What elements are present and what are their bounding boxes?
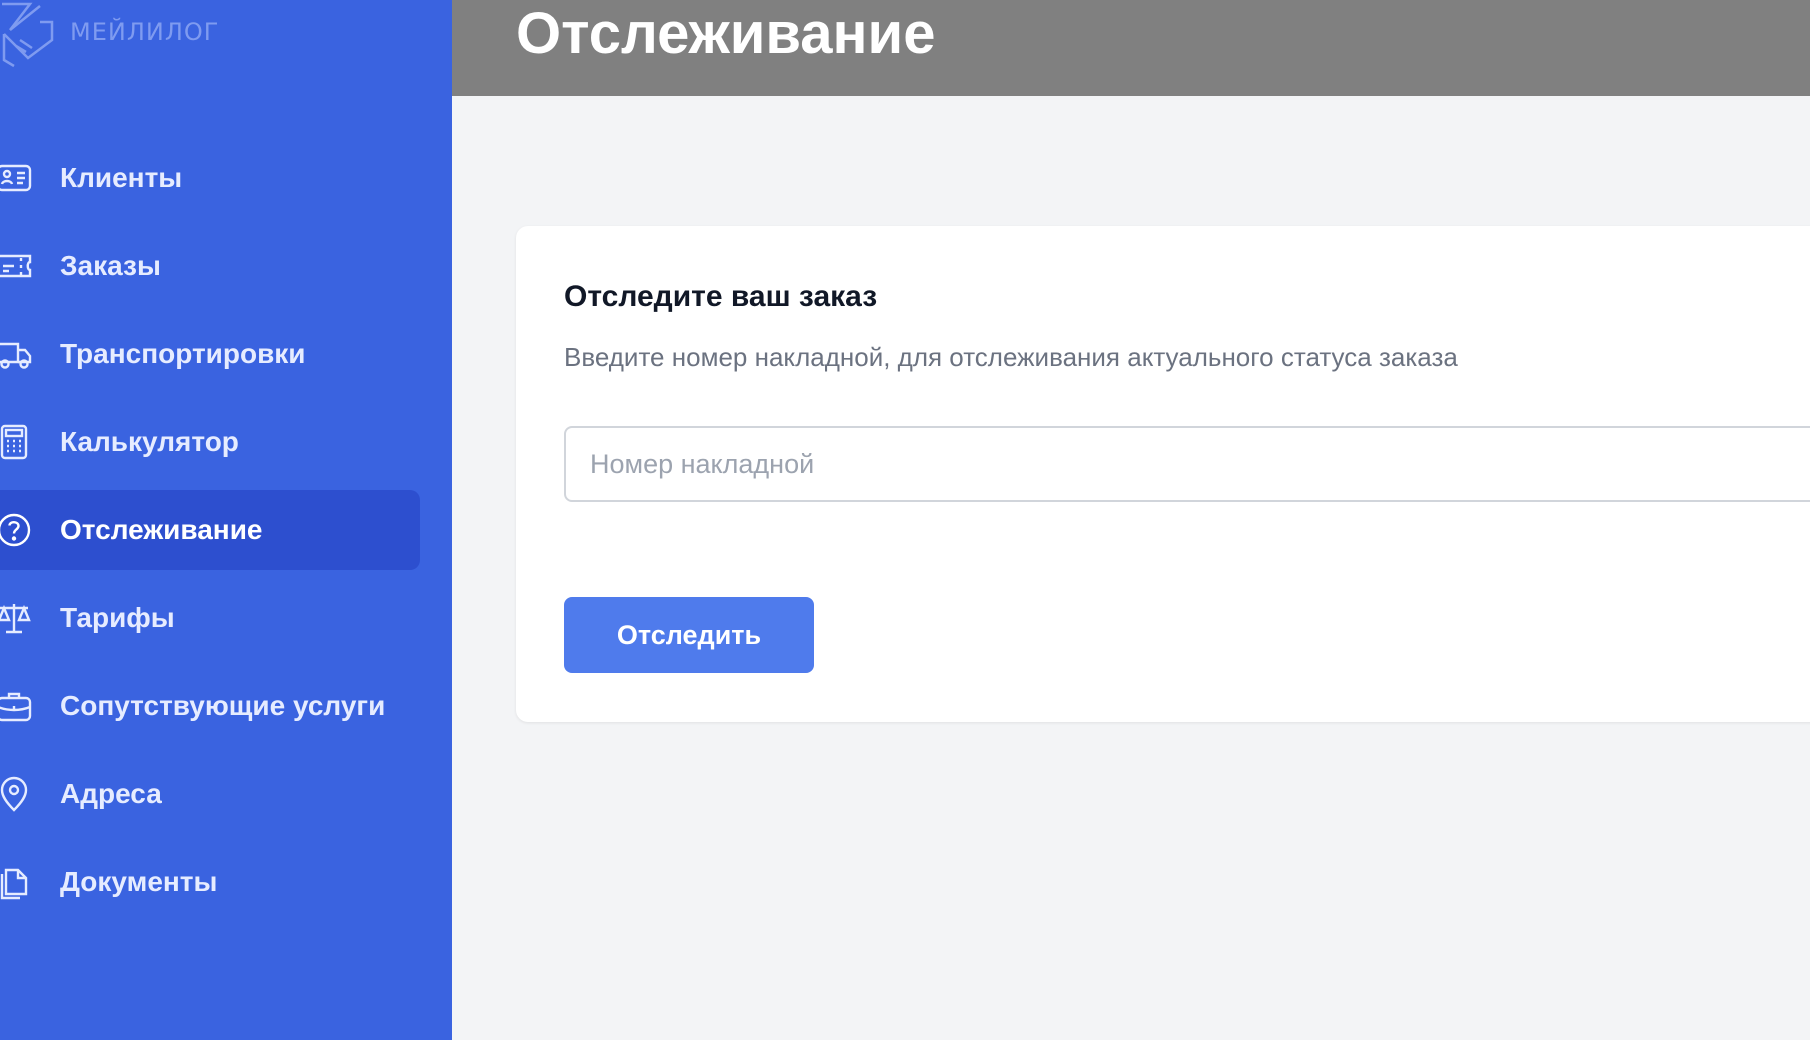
sidebar-nav: Клиенты Заказы Транспортировки Калькулят… bbox=[0, 138, 452, 930]
handshake-envelope-icon bbox=[2, 2, 54, 68]
tracking-title: Отследите ваш заказ bbox=[564, 280, 878, 313]
sidebar-item-tracking[interactable]: Отслеживание bbox=[0, 490, 420, 570]
track-button[interactable]: Отследить bbox=[564, 597, 814, 673]
sidebar-item-transport[interactable]: Транспортировки bbox=[0, 314, 420, 394]
scales-icon bbox=[0, 604, 31, 634]
sidebar-item-label: Сопутствующие услуги bbox=[60, 690, 386, 721]
sidebar-item-tariffs[interactable]: Тарифы bbox=[0, 578, 420, 658]
documents-icon bbox=[0, 868, 28, 900]
id-card-icon bbox=[0, 164, 32, 192]
question-circle-icon bbox=[0, 513, 31, 547]
sidebar-item-label: Адреса bbox=[60, 778, 162, 809]
sidebar-item-label: Калькулятор bbox=[60, 426, 239, 457]
map-pin-icon bbox=[0, 776, 28, 812]
calculator-icon bbox=[0, 424, 28, 460]
sidebar-item-label: Клиенты bbox=[60, 162, 183, 193]
truck-icon bbox=[0, 342, 32, 369]
sidebar: МЕЙЛИЛОГ Клиенты Заказы Транспортировки … bbox=[0, 0, 452, 1040]
brand-name: МЕЙЛИЛОГ bbox=[70, 18, 220, 46]
sidebar-item-services[interactable]: Сопутствующие услуги bbox=[0, 666, 420, 746]
ticket-icon bbox=[0, 254, 32, 278]
sidebar-item-orders[interactable]: Заказы bbox=[0, 226, 420, 306]
sidebar-item-label: Тарифы bbox=[60, 602, 175, 633]
briefcase-icon bbox=[0, 692, 32, 722]
sidebar-item-label: Заказы bbox=[60, 250, 161, 281]
sidebar-item-clients[interactable]: Клиенты bbox=[0, 138, 420, 218]
page-header: Отслеживание bbox=[452, 0, 1810, 96]
sidebar-item-label: Транспортировки bbox=[60, 338, 306, 369]
sidebar-item-calculator[interactable]: Калькулятор bbox=[0, 402, 420, 482]
tracking-card: Отследите ваш заказ Введите номер наклад… bbox=[516, 226, 1810, 722]
sidebar-item-documents[interactable]: Документы bbox=[0, 842, 420, 922]
sidebar-item-label: Отслеживание bbox=[60, 514, 263, 545]
sidebar-item-label: Документы bbox=[60, 866, 218, 897]
page-title: Отслеживание bbox=[516, 1, 936, 66]
tracking-description: Введите номер накладной, для отслеживани… bbox=[564, 342, 1458, 372]
sidebar-item-addresses[interactable]: Адреса bbox=[0, 754, 420, 834]
waybill-number-input[interactable] bbox=[564, 426, 1810, 502]
